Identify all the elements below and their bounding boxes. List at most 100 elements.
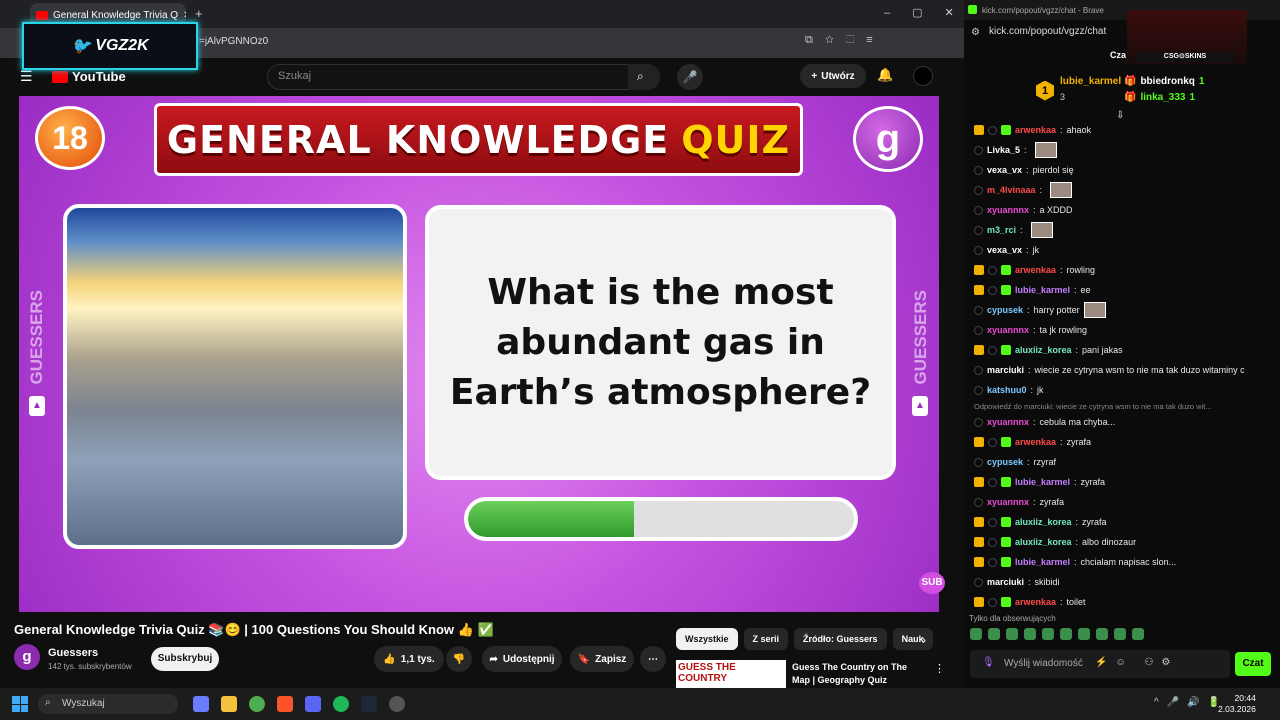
emote-icon[interactable]: [988, 628, 1000, 640]
chat-message[interactable]: marciuki: skibidi: [974, 572, 1274, 592]
chat-message[interactable]: aluxiiz_korea: zyrafa: [974, 512, 1274, 532]
emote-bar[interactable]: [970, 628, 1144, 640]
chat-message[interactable]: cypusek: harry potter: [974, 300, 1274, 320]
chat-message[interactable]: arwenkaa: zyrafa: [974, 432, 1274, 452]
site-settings-icon[interactable]: ⚙: [971, 27, 980, 38]
chevron-right-icon[interactable]: ›: [922, 633, 926, 647]
more-button[interactable]: ⋯: [640, 646, 666, 672]
sub-badge[interactable]: SUB: [919, 572, 945, 594]
chat-message[interactable]: xyuannnx: cebula ma chyba...: [974, 412, 1274, 432]
chat-message[interactable]: aluxiiz_korea: albo dinozaur: [974, 532, 1274, 552]
chip-science[interactable]: Nauk: [892, 628, 933, 650]
chat-message[interactable]: xyuannnx: zyrafa: [974, 492, 1274, 512]
chat-message[interactable]: m3_rci:: [974, 220, 1274, 240]
chat-username[interactable]: cypusek: [987, 457, 1023, 467]
chip-all[interactable]: Wszystkie: [676, 628, 738, 650]
windows-start-icon[interactable]: [12, 696, 28, 712]
recommended-thumbnail[interactable]: GUESS THE COUNTRY: [676, 660, 786, 688]
chat-username[interactable]: xyuannnx: [987, 325, 1029, 335]
chat-message[interactable]: aluxiiz_korea: pani jakas: [974, 340, 1274, 360]
chat-message[interactable]: arwenkaa: toilet: [974, 592, 1274, 612]
chat-username[interactable]: xyuannnx: [987, 417, 1029, 427]
emote-icon[interactable]: [970, 628, 982, 640]
chat-username[interactable]: m_4lvinaaa: [987, 185, 1036, 195]
search-button[interactable]: ⌕: [628, 64, 660, 90]
chat-message[interactable]: xyuannnx: ta jk rowling: [974, 320, 1274, 340]
chrome-icon[interactable]: [249, 696, 265, 712]
toolbar-icons[interactable]: ⧉☆⬚≡: [805, 34, 885, 47]
chat-username[interactable]: m3_rci: [987, 225, 1016, 235]
chat-username[interactable]: xyuannnx: [987, 205, 1029, 215]
emote-icon[interactable]: [1042, 628, 1054, 640]
discord-icon[interactable]: [305, 696, 321, 712]
window-controls[interactable]: –▢✕: [884, 6, 976, 19]
kebab-icon[interactable]: ⋮: [934, 662, 945, 675]
mic-icon[interactable]: 🎙: [982, 657, 995, 668]
emote-icon[interactable]: [1060, 628, 1072, 640]
chat-message[interactable]: marciuki: wiecie ze cytryna wsm to nie ma…: [974, 360, 1274, 380]
youtube-logo[interactable]: YouTube: [52, 69, 126, 84]
chat-username[interactable]: cypusek: [987, 305, 1023, 315]
folder-icon[interactable]: [221, 696, 237, 712]
chat-message[interactable]: cypusek: rzyraf: [974, 452, 1274, 472]
chat-message[interactable]: m_4lvinaaa:: [974, 180, 1274, 200]
emote-icon[interactable]: [1114, 628, 1126, 640]
chat-username[interactable]: aluxiiz_korea: [1015, 517, 1072, 527]
chat-username[interactable]: aluxiiz_korea: [1015, 345, 1072, 355]
steam-icon[interactable]: [361, 696, 377, 712]
app-icon[interactable]: [389, 696, 405, 712]
brave-icon[interactable]: [277, 696, 293, 712]
chat-username[interactable]: marciuki: [987, 577, 1024, 587]
emote-icon[interactable]: [1024, 628, 1036, 640]
chip-series[interactable]: Z serii: [743, 628, 789, 650]
chat-message[interactable]: vexa_vx: jk: [974, 240, 1274, 260]
menu-icon[interactable]: ☰: [20, 68, 33, 85]
chat-username[interactable]: Livka_5: [987, 145, 1020, 155]
chat-message[interactable]: Livka_5:: [974, 140, 1274, 160]
chat-username[interactable]: arwenkaa: [1015, 437, 1056, 447]
spotify-icon[interactable]: [333, 696, 349, 712]
chat-message[interactable]: lubie_karmel: ee: [974, 280, 1274, 300]
chat-username[interactable]: vexa_vx: [987, 245, 1022, 255]
save-button[interactable]: 🔖 Zapisz: [570, 646, 634, 672]
channel-name[interactable]: Guessers: [48, 647, 98, 659]
emote-icon[interactable]: [1096, 628, 1108, 640]
avatar[interactable]: [913, 66, 933, 86]
emote-icon[interactable]: [1006, 628, 1018, 640]
search-input[interactable]: [267, 64, 660, 90]
tray-icons[interactable]: ^🎤🔊🔋: [1154, 697, 1228, 708]
chat-username[interactable]: marciuki: [987, 365, 1024, 375]
chat-message[interactable]: vexa_vx: pierdol się: [974, 160, 1274, 180]
send-chat-button[interactable]: Czat: [1235, 652, 1271, 676]
chat-username[interactable]: vexa_vx: [987, 165, 1022, 175]
chat-message[interactable]: katshuu0: jk: [974, 380, 1274, 400]
close-icon[interactable]: ✕: [183, 10, 186, 21]
channel-avatar[interactable]: g: [14, 644, 40, 670]
subscribe-button[interactable]: Subskrybuj: [151, 647, 219, 671]
chip-source[interactable]: Źródło: Guessers: [794, 628, 887, 650]
chat-username[interactable]: arwenkaa: [1015, 265, 1056, 275]
bell-icon[interactable]: 🔔: [877, 67, 893, 83]
emote-icon[interactable]: [1078, 628, 1090, 640]
chat-username[interactable]: katshuu0: [987, 385, 1027, 395]
copilot-icon[interactable]: [193, 696, 209, 712]
chat-tools-icons[interactable]: ⚡☺ ⚇⚙: [1095, 657, 1178, 668]
chat-message[interactable]: arwenkaa: ahaok: [974, 120, 1274, 140]
chat-username[interactable]: xyuannnx: [987, 497, 1029, 507]
chat-message[interactable]: xyuannnx: a XDDD: [974, 200, 1274, 220]
chat-username[interactable]: arwenkaa: [1015, 597, 1056, 607]
share-button[interactable]: ➦ Udostępnij: [482, 646, 562, 672]
like-button[interactable]: 👍 1,1 tys.: [374, 646, 444, 672]
mic-icon[interactable]: 🎤: [677, 64, 703, 90]
create-button[interactable]: + Utwórz: [800, 64, 866, 88]
emote-icon[interactable]: [1132, 628, 1144, 640]
new-tab-icon[interactable]: +: [195, 6, 203, 21]
chat-message[interactable]: arwenkaa: rowling: [974, 260, 1274, 280]
chat-username[interactable]: lubie_karmel: [1015, 557, 1070, 567]
dislike-button[interactable]: 👎: [446, 646, 472, 672]
chat-username[interactable]: arwenkaa: [1015, 125, 1056, 135]
chat-username[interactable]: aluxiiz_korea: [1015, 537, 1072, 547]
chat-username[interactable]: lubie_karmel: [1015, 477, 1070, 487]
chat-username[interactable]: lubie_karmel: [1015, 285, 1070, 295]
chat-message[interactable]: lubie_karmel: chcialam napisac slon...: [974, 552, 1274, 572]
